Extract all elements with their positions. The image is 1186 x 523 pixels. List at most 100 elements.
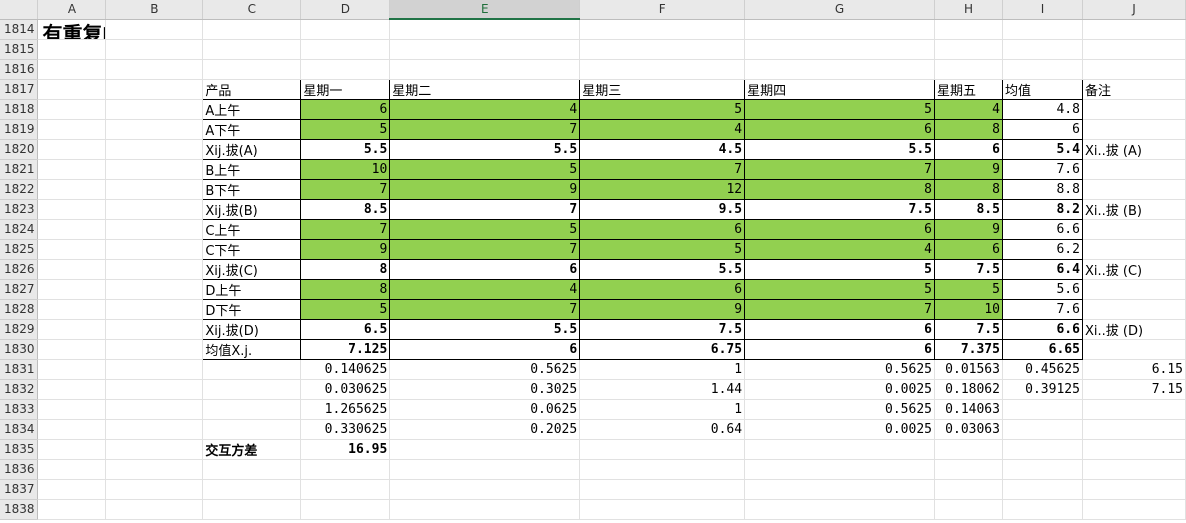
cell[interactable]	[105, 259, 204, 280]
note-cell[interactable]	[1082, 279, 1186, 300]
value-cell[interactable]: 6.75	[579, 338, 746, 360]
value-cell[interactable]: 4	[579, 118, 746, 140]
cell[interactable]	[105, 399, 204, 420]
note-cell[interactable]: Xi..拔 (A)	[1082, 139, 1186, 160]
mean-cell[interactable]: 8.8	[1001, 178, 1083, 200]
cell[interactable]	[105, 39, 204, 60]
value-cell[interactable]: 9	[300, 238, 391, 260]
calc-cell[interactable]: 0.140625	[300, 359, 391, 380]
cell[interactable]	[1002, 439, 1083, 460]
cell[interactable]	[37, 159, 107, 180]
calc-cell[interactable]: 0.14063	[934, 399, 1003, 420]
value-cell[interactable]: 7.5	[579, 318, 746, 340]
row-header[interactable]: 1822	[0, 179, 39, 200]
cell[interactable]	[105, 379, 204, 400]
cell[interactable]	[37, 399, 107, 420]
value-cell[interactable]: 5	[933, 278, 1003, 300]
cell[interactable]	[105, 299, 204, 320]
row-label-cell[interactable]: A下午	[202, 118, 302, 140]
value-cell[interactable]: 5	[579, 98, 746, 120]
value-cell[interactable]: 7.375	[933, 338, 1003, 360]
mean-cell[interactable]: 7.6	[1001, 158, 1083, 180]
cell[interactable]	[37, 59, 107, 80]
column-header-B[interactable]: B	[105, 0, 204, 20]
column-header-I[interactable]: I	[1002, 0, 1083, 20]
cell[interactable]	[1002, 499, 1083, 520]
calc-cell[interactable]: 0.39125	[1002, 379, 1083, 400]
row-label-cell[interactable]: B上午	[202, 158, 302, 180]
column-header-E[interactable]: E	[389, 0, 581, 20]
row-header[interactable]: 1838	[0, 499, 39, 520]
row-label-cell[interactable]: Xij.拔(A)	[202, 138, 302, 160]
row-header[interactable]: 1816	[0, 59, 39, 80]
row-header[interactable]: 1833	[0, 399, 39, 420]
value-cell[interactable]: 12	[579, 178, 746, 200]
cell[interactable]	[105, 19, 204, 40]
row-label-cell[interactable]: Xij.拔(C)	[202, 258, 302, 280]
calc-cell[interactable]	[1082, 419, 1186, 440]
value-cell[interactable]: 7	[389, 118, 581, 140]
note-cell[interactable]	[1082, 299, 1186, 320]
calc-cell[interactable]	[1002, 399, 1083, 420]
calc-cell[interactable]: 1.265625	[300, 399, 391, 420]
value-cell[interactable]: 10	[300, 158, 391, 180]
mean-cell[interactable]: 6.6	[1001, 318, 1083, 340]
cell[interactable]	[202, 499, 302, 520]
table-header-cell[interactable]: 均值	[1001, 78, 1083, 100]
value-cell[interactable]: 5	[744, 98, 935, 120]
table-header-cell[interactable]: 星期五	[933, 78, 1003, 100]
cell[interactable]	[202, 459, 302, 480]
cell[interactable]	[37, 379, 107, 400]
row-label-cell[interactable]: D上午	[202, 278, 302, 300]
cell[interactable]	[37, 359, 107, 380]
column-header-H[interactable]: H	[934, 0, 1003, 20]
cell[interactable]	[105, 319, 204, 340]
cell[interactable]	[300, 39, 391, 60]
cell[interactable]	[37, 239, 107, 260]
row-header[interactable]: 1828	[0, 299, 39, 320]
cell[interactable]	[300, 59, 391, 80]
cell[interactable]	[37, 79, 107, 100]
calc-cell[interactable]: 0.0025	[744, 379, 935, 400]
mean-cell[interactable]: 6.4	[1001, 258, 1083, 280]
row-header[interactable]: 1826	[0, 259, 39, 280]
cell[interactable]	[37, 199, 107, 220]
cell[interactable]	[579, 459, 746, 480]
mean-cell[interactable]: 5.4	[1001, 138, 1083, 160]
cell[interactable]	[37, 279, 107, 300]
cell[interactable]	[744, 39, 935, 60]
table-header-cell[interactable]: 星期二	[389, 78, 581, 100]
calc-cell[interactable]: 0.03063	[934, 419, 1003, 440]
cell[interactable]	[105, 499, 204, 520]
value-cell[interactable]: 7.5	[744, 198, 935, 220]
cell[interactable]	[37, 459, 107, 480]
row-header[interactable]: 1823	[0, 199, 39, 220]
table-header-cell[interactable]: 备注	[1082, 79, 1186, 100]
calc-cell[interactable]: 0.2025	[389, 419, 581, 440]
value-cell[interactable]: 4	[933, 98, 1003, 120]
cell[interactable]	[744, 479, 935, 500]
cell[interactable]	[1082, 59, 1186, 80]
cell[interactable]	[37, 259, 107, 280]
table-header-cell[interactable]: 产品	[202, 78, 302, 100]
cell[interactable]	[37, 99, 107, 120]
value-cell[interactable]: 6	[744, 118, 935, 140]
cell[interactable]	[105, 459, 204, 480]
cell[interactable]	[934, 499, 1003, 520]
cell[interactable]	[105, 59, 204, 80]
cell[interactable]	[1082, 19, 1186, 40]
value-cell[interactable]: 6.5	[300, 318, 391, 340]
row-header[interactable]: 1814	[0, 19, 39, 40]
cell[interactable]	[37, 219, 107, 240]
note-cell[interactable]: Xi..拔 (C)	[1082, 259, 1186, 280]
select-all-corner[interactable]	[0, 0, 39, 20]
cell[interactable]	[105, 79, 204, 100]
value-cell[interactable]: 4	[744, 238, 935, 260]
value-cell[interactable]: 6	[744, 338, 935, 360]
mean-cell[interactable]: 8.2	[1001, 198, 1083, 220]
column-header-G[interactable]: G	[744, 0, 935, 20]
value-cell[interactable]: 7.5	[933, 258, 1003, 280]
calc-cell[interactable]: 1	[579, 359, 746, 380]
cell[interactable]	[579, 499, 746, 520]
calc-cell[interactable]: 0.01563	[934, 359, 1003, 380]
